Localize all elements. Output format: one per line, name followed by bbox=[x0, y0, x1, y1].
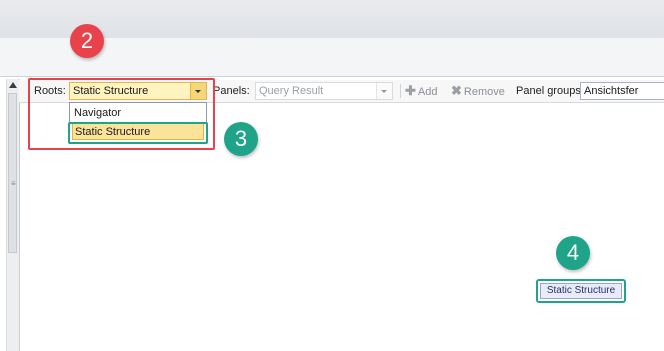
panel-groups-label: Panel groups: bbox=[516, 85, 584, 97]
panel-groups-value: Ansichtsfer bbox=[584, 85, 639, 97]
step-2-badge: 2 bbox=[70, 24, 104, 58]
toolbar-separator bbox=[400, 84, 401, 98]
plus-icon: ✚ bbox=[405, 83, 416, 98]
panels-value: Query Result bbox=[259, 85, 324, 97]
annotation-highlight-selected-option bbox=[68, 122, 208, 144]
step-4-badge: 4 bbox=[556, 236, 590, 270]
static-structure-node[interactable]: Static Structure bbox=[536, 279, 626, 303]
remove-label: Remove bbox=[463, 86, 505, 98]
chevron-down-icon[interactable] bbox=[376, 83, 392, 99]
x-icon: ✖ bbox=[451, 83, 462, 98]
remove-button[interactable]: ✖ Remove bbox=[451, 83, 505, 99]
panels-label: Panels: bbox=[213, 85, 250, 97]
panels-combobox[interactable]: Query Result bbox=[255, 82, 393, 100]
vertical-scrollbar[interactable]: ≡ bbox=[6, 79, 20, 351]
node-label: Static Structure bbox=[540, 283, 622, 299]
scroll-up-arrow-icon[interactable] bbox=[9, 82, 17, 88]
panel-groups-combobox[interactable]: Ansichtsfer bbox=[580, 82, 664, 100]
step-3-badge: 3 bbox=[224, 122, 258, 156]
grip-icon: ≡ bbox=[11, 179, 16, 188]
add-button[interactable]: ✚ Add bbox=[405, 83, 437, 99]
scrollbar-thumb[interactable]: ≡ bbox=[8, 93, 17, 253]
add-label: Add bbox=[417, 86, 438, 98]
